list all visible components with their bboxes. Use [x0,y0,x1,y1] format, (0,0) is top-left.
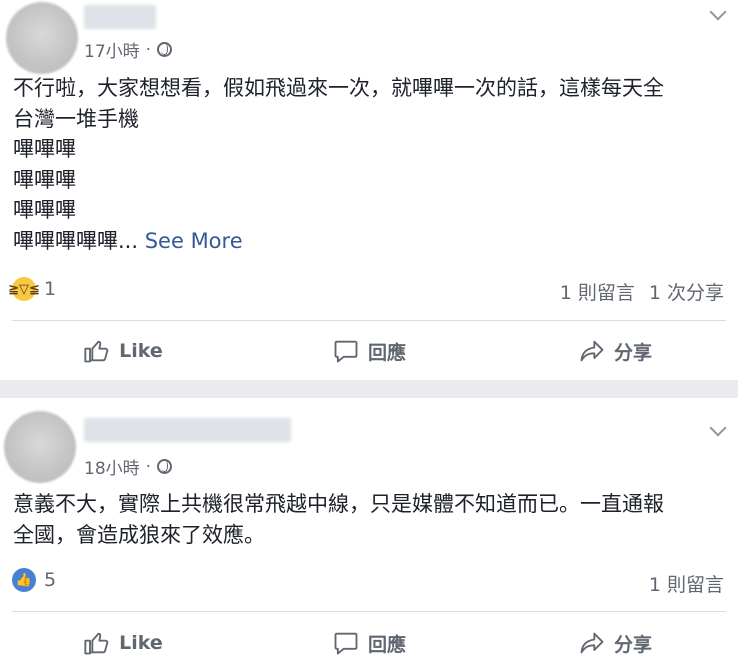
post-body: 不行啦，大家想想看，假如飛過來一次，就嗶嗶一次的話，這樣每天全 台灣一堆手機 嗶… [13,73,723,256]
haha-emoji-icon: ≧▽≦ [8,277,40,301]
action-bar: Like 回應 分享 [0,331,738,371]
comment-count[interactable]: 1 則留言 [649,570,724,597]
body-line: 意義不大，實際上共機很常飛越中線，只是媒體不知道而已。一直通報 [13,492,664,516]
divider [12,611,726,612]
reaction-summary[interactable]: ≧▽≦ 1 [8,277,57,301]
author-name-redacted[interactable] [84,418,291,442]
globe-icon [157,459,173,474]
like-button[interactable]: Like [0,331,246,371]
reaction-summary[interactable]: 👍 5 [12,568,56,592]
comment-label: 回應 [367,633,406,656]
thumbs-up-icon [84,632,109,655]
like-badge-icon: 👍 [12,568,36,592]
body-line: 嗶嗶嗶 [13,198,76,222]
comment-count[interactable]: 1 則留言 [560,278,635,305]
comment-bubble-icon [334,632,358,655]
like-button[interactable]: Like [0,623,246,663]
share-button[interactable]: 分享 [492,623,738,663]
author-name-redacted[interactable] [84,5,156,29]
like-label: Like [119,340,163,362]
share-count[interactable]: 1 次分享 [649,278,724,305]
body-line: 全國，會造成狼來了效應。 [13,522,265,547]
reaction-count: 1 [44,278,57,300]
post-meta: 17小時 · [84,37,173,62]
share-arrow-icon [580,340,604,362]
thumbs-up-icon [84,340,109,363]
timestamp[interactable]: 17小時 [84,37,140,62]
comment-card-1: 17小時 · 不行啦，大家想想看，假如飛過來一次，就嗶嗶一次的話，這樣每天全 台… [0,0,738,380]
chevron-down-icon[interactable] [709,3,727,21]
share-label: 分享 [613,633,652,656]
share-button[interactable]: 分享 [492,331,738,371]
timestamp[interactable]: 18小時 [84,454,140,479]
meta-separator: · [145,39,152,60]
comment-card-2: 18小時 · 意義不大，實際上共機很常飛越中線，只是媒體不知道而已。一直通報 全… [0,398,738,667]
body-line-last: 嗶嗶嗶嗶嗶... See More [13,226,723,257]
body-line: 嗶嗶嗶 [13,167,76,192]
comment-bubble-icon [334,340,358,363]
avatar[interactable] [4,411,76,483]
post-stats: 1 則留言 [649,570,724,597]
body-line: 不行啦，大家想想看，假如飛過來一次，就嗶嗶一次的話，這樣每天全 [13,76,664,100]
reaction-count: 5 [44,569,57,591]
share-arrow-icon [580,632,604,654]
comment-label: 回應 [367,341,406,364]
comment-button[interactable]: 回應 [246,331,492,371]
see-more-link[interactable]: See More [145,229,243,253]
post-body: 意義不大，實際上共機很常飛越中線，只是媒體不知道而已。一直通報 全國，會造成狼來… [13,489,723,550]
divider [12,320,726,321]
action-bar: Like 回應 分享 [0,623,738,663]
comment-button[interactable]: 回應 [246,623,492,663]
chevron-down-icon[interactable] [709,419,727,437]
post-meta: 18小時 · [84,454,173,479]
avatar[interactable] [6,2,78,74]
body-line: 台灣一堆手機 [13,106,139,131]
like-label: Like [119,632,163,654]
globe-icon [157,42,173,57]
post-stats: 1 則留言 1 次分享 [560,278,724,305]
body-line: 嗶嗶嗶 [13,137,76,161]
meta-separator: · [145,456,152,477]
share-label: 分享 [613,341,652,364]
truncated-text: 嗶嗶嗶嗶嗶... [13,228,139,253]
